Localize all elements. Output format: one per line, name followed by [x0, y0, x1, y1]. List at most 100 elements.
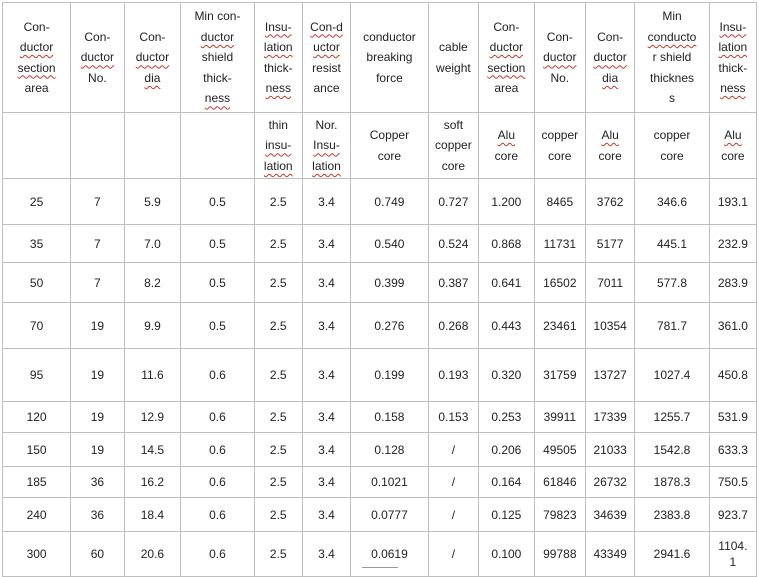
table-cell: 19: [70, 348, 125, 402]
cell-value: 35: [29, 236, 44, 251]
cell-value: 39911: [543, 410, 577, 424]
table-cell: 0.276: [350, 302, 429, 349]
cell-text: breaking: [366, 50, 413, 65]
cell-value: 13727: [593, 368, 627, 382]
cell-text: core: [598, 148, 622, 163]
page-rule: [362, 567, 398, 571]
cell-value: 3762: [596, 194, 624, 209]
cell-text: ductor: [135, 50, 170, 65]
header-cell: [123, 112, 182, 179]
table-row: 25 7 5.9 0.5 2.5 3.4 0.749 0.727 1.200 8465 3762 34…: [1, 178, 758, 225]
cell-value: 9.9: [144, 318, 161, 333]
cell-value: 7.0: [144, 236, 161, 251]
cell-text: Con-: [597, 29, 624, 44]
cell-text: Alu: [724, 128, 742, 142]
cell-value: 633.3: [717, 442, 748, 457]
cell-value: 283.9: [717, 275, 748, 290]
cell-text: Con-: [546, 29, 573, 44]
table-cell: 2.5: [253, 262, 303, 303]
table-cell: 3.4: [301, 224, 352, 263]
table-cell: 0.6: [180, 531, 255, 577]
cell-text: ductor: [80, 50, 115, 65]
table-cell: 1027.4: [634, 348, 710, 402]
cell-text: cable: [439, 40, 468, 54]
table-cell: 0.1021: [350, 466, 429, 498]
table-cell: 923.7: [708, 497, 758, 532]
cell-text: lation: [263, 158, 293, 173]
table-cell: 0.320: [478, 348, 535, 402]
cell-text: ductor: [593, 50, 627, 65]
cell-value: 23461: [543, 318, 577, 333]
table-cell: 2.5: [253, 497, 303, 532]
header-cell: [1, 112, 72, 179]
table-cell: 0.253: [478, 401, 535, 433]
cell-text: core: [660, 148, 684, 163]
table-cell: 0.199: [350, 348, 429, 402]
table-cell: 3762: [584, 178, 636, 225]
cell-text: ance: [313, 81, 340, 95]
table-cell: 70: [1, 302, 72, 349]
header-cell: copper core: [634, 112, 710, 179]
table-cell: 0.206: [478, 432, 535, 467]
cell-text: resist: [312, 60, 341, 75]
cell-value: 3.4: [318, 236, 335, 251]
header-cell: thin insu-lation: [253, 112, 303, 179]
cell-value: 36: [90, 475, 105, 489]
cell-value: 25: [29, 194, 44, 209]
cell-value: 17339: [593, 410, 627, 424]
cell-text: Con-: [84, 29, 111, 44]
cell-value: 70: [29, 318, 44, 333]
table-cell: 8.2: [123, 262, 182, 303]
cell-value: 49505: [543, 442, 577, 457]
table-cell: 450.8: [708, 348, 758, 402]
table-cell: 1255.7: [634, 401, 710, 433]
cell-value: 19: [90, 410, 105, 424]
table-cell: 150: [1, 432, 72, 467]
table-row: 150 19 14.5 0.6 2.5 3.4 0.128 / 0.206 49505 21033 1…: [1, 432, 758, 467]
table-cell: 12.9: [123, 401, 182, 433]
table-cell: 99788: [533, 531, 587, 577]
cell-value: 185: [26, 475, 47, 489]
cell-value: 0.727: [438, 194, 469, 209]
header-cell: Con-ductor section area: [478, 2, 535, 113]
header-row-1: Con-ductor section area Con-ductor No. Con-du…: [1, 2, 758, 113]
cell-text: core: [377, 148, 402, 163]
cell-value: 750.5: [717, 475, 748, 489]
cell-text: Insu-: [719, 19, 747, 34]
cell-value: 95: [29, 368, 44, 382]
cell-value: 0.0619: [371, 547, 408, 561]
table-cell: 26732: [584, 466, 636, 498]
table-cell: 2.5: [253, 348, 303, 402]
table-cell: 0.387: [427, 262, 480, 303]
table-cell: 14.5: [123, 432, 182, 467]
cell-text: ness: [265, 81, 291, 95]
cell-value: 361.0: [717, 318, 748, 333]
table-cell: 0.5: [180, 262, 255, 303]
header-cell: Min conducto r shield thicknes s: [634, 2, 710, 113]
cell-value: /: [451, 547, 456, 561]
table-cell: /: [427, 466, 480, 498]
table-cell: 0.5: [180, 178, 255, 225]
cell-value: 2941.6: [653, 547, 691, 561]
table-cell: 0.5: [180, 302, 255, 349]
cell-value: 450.8: [717, 368, 748, 382]
cell-text: Min con-: [194, 9, 241, 24]
table-cell: 3.4: [301, 432, 352, 467]
cell-value: 193.1: [717, 194, 748, 209]
table-cell: 3.4: [301, 348, 352, 402]
header-row-2: thin insu-lation Nor. Insu-lation Copper core…: [1, 112, 758, 179]
cell-text: Alu: [601, 128, 619, 142]
cable-spec-table: Con-ductor section area Con-ductor No. Con-du…: [1, 2, 758, 577]
table-cell: 0.399: [350, 262, 429, 303]
cell-value: 31759: [543, 368, 577, 382]
cell-value: 0.5: [209, 194, 226, 209]
table-cell: 0.268: [427, 302, 480, 349]
table-cell: /: [427, 497, 480, 532]
cell-value: 2383.8: [653, 507, 691, 522]
table-row: 240 36 18.4 0.6 2.5 3.4 0.0777 / 0.125 79823 34639…: [1, 497, 758, 532]
table-cell: 3.4: [301, 401, 352, 433]
cell-value: 26732: [593, 475, 627, 489]
cell-text: Con-d: [310, 19, 343, 34]
cell-value: 0.6: [209, 368, 226, 382]
table-cell: 17339: [584, 401, 636, 433]
